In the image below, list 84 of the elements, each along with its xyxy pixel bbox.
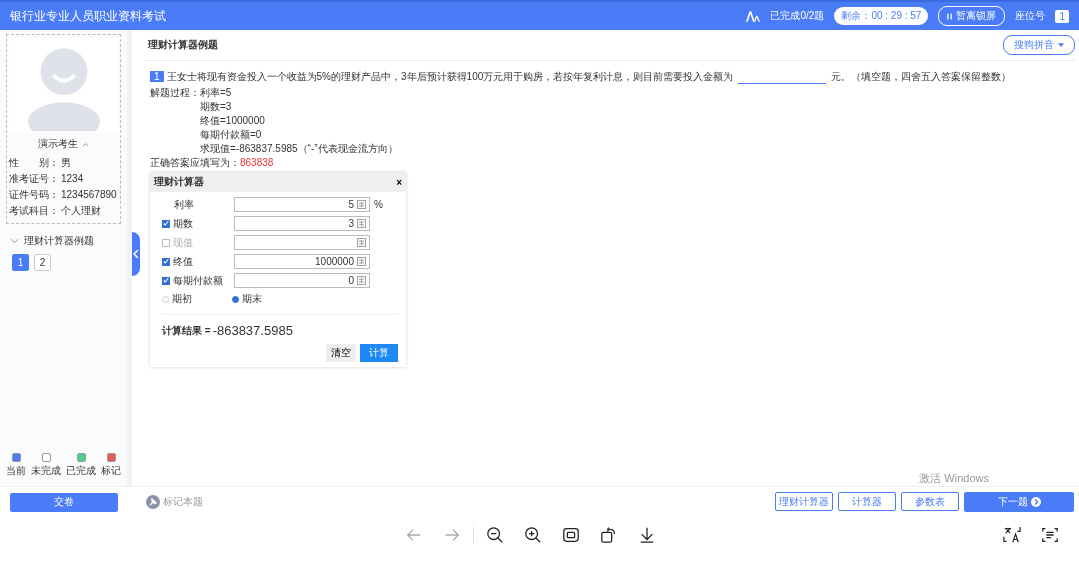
fit-screen-icon[interactable] (562, 526, 580, 544)
question-number-button[interactable]: 2 (34, 254, 51, 271)
answer-label: 正确答案应填写为： (150, 157, 240, 168)
back-arrow-icon[interactable] (405, 526, 423, 544)
chevron-right-circle-icon (1030, 497, 1041, 507)
progress-text: 已完成0/2题 (770, 9, 825, 23)
tool-button[interactable]: 计算器 (838, 492, 896, 511)
rotate-icon[interactable] (600, 526, 618, 544)
field-label: 性 别： (9, 156, 59, 170)
solution-line: 期数=3 (200, 100, 233, 114)
field-value: 1234 (61, 172, 84, 186)
question-text: 王女士将现有资金投入一个收益为5%的理财产品中，3年后预计获得100万元用于购房，若按年复利计息，则目前需要投入金额为 (166, 69, 734, 84)
spinner-icon[interactable] (357, 200, 366, 209)
checkbox[interactable] (162, 238, 170, 247)
tool-button[interactable]: 参数表 (901, 492, 959, 511)
question-number: 1 (150, 71, 164, 82)
field-label: 准考证号： (9, 172, 59, 186)
field-label: 考试科目： (9, 204, 59, 218)
input-method-dropdown[interactable]: 搜狗拼音 (1003, 35, 1075, 55)
forward-arrow-icon[interactable] (443, 526, 461, 544)
translate-icon[interactable] (1003, 526, 1021, 544)
legend-label: 已完成 (66, 464, 96, 478)
unit-label: % (374, 199, 383, 210)
solution-line: 利率=5 (200, 86, 233, 100)
legend-label: 当前 (6, 464, 26, 478)
activation-notice: 激活 Windows (919, 471, 989, 486)
question-group-title: 理财计算器例题 (148, 38, 218, 52)
field-value: 个人理财 (61, 204, 101, 218)
zoom-out-icon[interactable] (486, 526, 504, 544)
radio-option[interactable]: 期末 (232, 292, 262, 306)
field-label: 终值 (173, 254, 193, 269)
seat-label: 座位号 (1015, 9, 1046, 23)
field-value: 男 (61, 156, 71, 170)
field-label: 证件号码： (9, 188, 59, 202)
next-question-button[interactable]: 下一题 (964, 492, 1074, 512)
field-label: 利率 (174, 197, 194, 212)
legend-label: 未完成 (31, 464, 61, 478)
candidate-name[interactable]: 演示考生 (38, 137, 89, 151)
calculator-title: 理财计算器 (154, 175, 204, 189)
chevron-up-icon (82, 141, 89, 147)
checkbox[interactable] (162, 257, 170, 266)
exam-title: 银行业专业人员职业资料考试 (10, 7, 166, 25)
checkbox[interactable] (162, 219, 170, 228)
collapse-handle[interactable] (132, 232, 140, 276)
number-input-field[interactable]: 1000000 (234, 254, 370, 269)
timer: 剩余：00 : 29 : 57 (834, 7, 929, 25)
number-input-field[interactable]: 3 (234, 216, 370, 231)
answer-value: 863838 (240, 157, 274, 168)
result-value: -863837.5985 (212, 323, 293, 338)
close-button[interactable]: × (396, 176, 402, 188)
number-input-field[interactable]: 0 (234, 273, 370, 288)
seat-number: 1 (1055, 9, 1069, 23)
zoom-in-icon[interactable] (524, 526, 542, 544)
caret-icon (1058, 43, 1064, 48)
field-label: 期数 (173, 216, 193, 231)
question-text-end: 元。（填空题，四舍五入答案保留整数） (831, 69, 1012, 84)
checkbox[interactable] (162, 276, 170, 285)
spinner-icon[interactable] (357, 238, 366, 247)
number-input-field[interactable]: 5 (234, 197, 370, 212)
solution-line: 终值=1000000 (200, 114, 266, 128)
field-label: 现值 (173, 235, 193, 250)
compute-button[interactable]: 计算 (360, 344, 398, 362)
field-label: 每期付款额 (173, 273, 223, 288)
text-recognition-icon[interactable] (1041, 526, 1059, 544)
clear-button[interactable]: 清空 (326, 344, 356, 362)
section-header[interactable]: 理财计算器例题 (6, 234, 121, 248)
chevron-down-icon (10, 238, 19, 244)
download-icon[interactable] (638, 526, 656, 544)
spinner-icon[interactable] (357, 276, 366, 285)
result-label: 计算结果 = (162, 323, 211, 338)
solution-line: 求现值=-863837.5985（“-”代表现金流方向） (200, 142, 398, 156)
spinner-icon[interactable] (357, 219, 366, 228)
spinner-icon[interactable] (357, 257, 366, 266)
question-number-button[interactable]: 1 (12, 254, 29, 271)
field-value: 1234567890 (61, 188, 117, 202)
legend-label: 标记 (101, 464, 121, 478)
tool-button[interactable]: 理财计算器 (775, 492, 833, 511)
solution-label: 解题过程： (150, 86, 200, 100)
radio-option[interactable]: 期初 (162, 292, 192, 306)
number-input-field[interactable] (234, 235, 370, 250)
solution-line: 每期付款额=0 (200, 128, 263, 142)
lock-screen-button[interactable]: 暂离锁屏 (938, 6, 1006, 26)
submit-button[interactable]: 交卷 (10, 492, 118, 512)
pause-icon (947, 12, 953, 20)
